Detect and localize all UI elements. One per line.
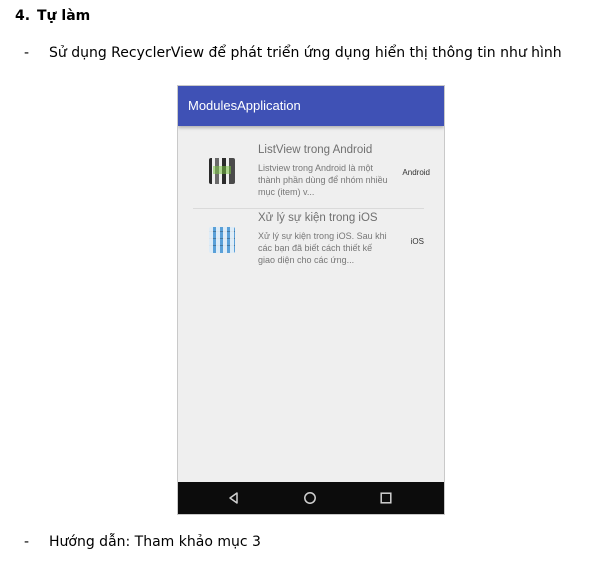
recent-apps-icon[interactable]	[378, 490, 394, 506]
section-number: 4.	[15, 8, 31, 24]
back-icon[interactable]	[226, 490, 242, 506]
list-item[interactable]: Xử lý sự kiện trong iOS Xử lý sự kiện tr…	[193, 208, 424, 278]
section-title: Tự làm	[37, 8, 91, 24]
bullet-dash: -	[24, 45, 30, 61]
list-item[interactable]: ListView trong Android Listview trong An…	[178, 138, 444, 208]
section-heading: 4. Tự làm	[15, 8, 90, 24]
item-tag: iOS	[410, 237, 424, 246]
instruction-bullet: - Sử dụng RecyclerView để phát triển ứng …	[24, 45, 562, 61]
phone-screenshot: ModulesApplication ListView trong Androi…	[177, 85, 445, 515]
item-title: Xử lý sự kiện trong iOS	[258, 212, 378, 224]
home-icon[interactable]	[302, 490, 318, 506]
item-description: Xử lý sự kiện trong iOS. Sau khi các bạn…	[258, 231, 387, 265]
item-description: Listview trong Android là một thành phần…	[258, 163, 388, 197]
app-bar: ModulesApplication	[178, 86, 444, 126]
item-title: ListView trong Android	[258, 144, 373, 156]
bullet-dash: -	[24, 534, 30, 550]
ios-apps-icon	[209, 227, 235, 253]
recycler-list: ListView trong Android Listview trong An…	[178, 138, 444, 278]
navigation-bar	[178, 482, 444, 514]
hint-text: Hướng dẫn: Tham khảo mục 3	[49, 534, 261, 550]
app-title: ModulesApplication	[188, 98, 301, 113]
item-tag: Android	[402, 168, 430, 177]
instruction-text: Sử dụng RecyclerView để phát triển ứng d…	[49, 45, 562, 61]
hint-bullet: - Hướng dẫn: Tham khảo mục 3	[24, 534, 261, 550]
android-apps-icon	[209, 158, 235, 184]
